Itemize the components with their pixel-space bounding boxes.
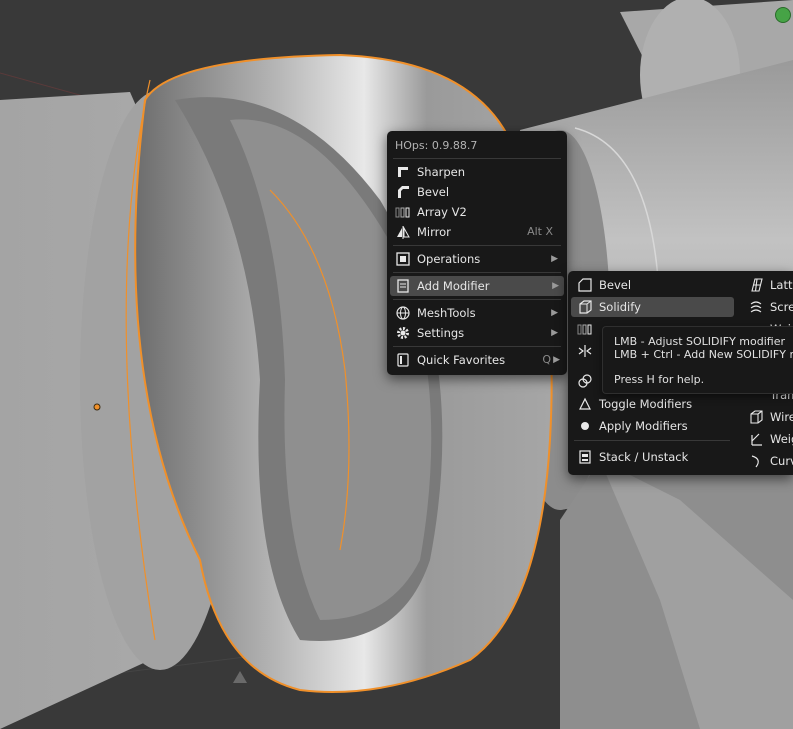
sharpen-icon <box>395 162 411 182</box>
mirror-icon <box>395 222 411 242</box>
submenu-arrow-icon: ▶ <box>551 328 558 338</box>
stack-icon <box>577 447 593 467</box>
weighted-normal-icon <box>748 429 764 449</box>
modifier-item-weighted-normal[interactable]: Weig <box>748 429 793 449</box>
bevel-modifier-icon <box>577 275 593 295</box>
tooltip-help: Press H for help. <box>614 373 705 386</box>
menu-item-array-v2[interactable]: Array V2 <box>395 202 559 222</box>
hops-menu: HOps: 0.9.88.7 Sharpen Bevel Array V2 Mi… <box>387 131 567 375</box>
separator <box>393 299 561 300</box>
modifier-item-stack-unstack[interactable]: Stack / Unstack <box>577 447 737 467</box>
mirror-modifier-icon <box>577 341 593 361</box>
menu-item-operations[interactable]: Operations ▶ <box>395 249 563 269</box>
gear-icon <box>395 323 411 343</box>
quick-favorites-icon <box>395 350 411 370</box>
array-icon <box>395 202 411 222</box>
submenu-arrow-icon: ▶ <box>551 308 558 318</box>
tooltip-line-1: LMB - Adjust SOLIDIFY modifier <box>614 335 785 348</box>
separator <box>393 346 561 347</box>
modifier-item-wireframe[interactable]: Wire <box>748 407 793 427</box>
solidify-tooltip: LMB - Adjust SOLIDIFY modifier LMB + Ctr… <box>602 326 793 394</box>
operations-icon <box>395 249 411 269</box>
modifier-item-apply-modifiers[interactable]: Apply Modifiers <box>577 416 737 436</box>
screw-icon <box>748 297 764 317</box>
separator <box>393 272 561 273</box>
separator <box>574 440 730 441</box>
add-modifier-icon <box>395 276 411 296</box>
menu-item-bevel[interactable]: Bevel <box>395 182 559 202</box>
modifier-item-lattice[interactable]: Latti <box>748 275 793 295</box>
menu-item-add-modifier[interactable]: Add Modifier ▶ <box>390 276 564 296</box>
menu-title: HOps: 0.9.88.7 <box>395 139 478 152</box>
tooltip-line-2: LMB + Ctrl - Add New SOLIDIFY m <box>614 348 793 361</box>
menu-item-mirror[interactable]: Mirror Alt X <box>395 222 559 242</box>
wireframe-icon <box>748 407 764 427</box>
object-origin-point[interactable] <box>93 403 101 411</box>
separator <box>393 245 561 246</box>
separator <box>393 158 561 159</box>
solidify-icon <box>577 297 593 317</box>
menu-item-settings[interactable]: Settings ▶ <box>395 323 563 343</box>
modifier-item-toggle-modifiers[interactable]: Toggle Modifiers <box>577 394 737 414</box>
modifier-item-solidify[interactable]: Solidify <box>571 297 734 317</box>
bevel-icon <box>395 182 411 202</box>
lattice-icon <box>748 275 764 295</box>
dot-icon <box>577 416 593 436</box>
triangle-icon <box>577 394 593 414</box>
modifier-item-curve[interactable]: Curv <box>748 451 793 471</box>
navigation-gizmo-dot[interactable] <box>775 7 791 23</box>
submenu-arrow-icon: ▶ <box>551 254 558 264</box>
menu-item-meshtools[interactable]: MeshTools ▶ <box>395 303 563 323</box>
globe-icon <box>395 303 411 323</box>
curve-icon <box>748 451 764 471</box>
submenu-arrow-icon: ▶ <box>553 355 560 365</box>
submenu-arrow-icon: ▶ <box>552 281 559 291</box>
modifier-item-screw[interactable]: Scre <box>748 297 793 317</box>
menu-item-sharpen[interactable]: Sharpen <box>395 162 559 182</box>
curve-link-icon <box>577 371 593 391</box>
menu-item-quick-favorites[interactable]: Quick Favorites Q ▶ <box>395 350 563 370</box>
modifier-item-bevel[interactable]: Bevel <box>577 275 737 295</box>
array-icon <box>577 319 593 339</box>
